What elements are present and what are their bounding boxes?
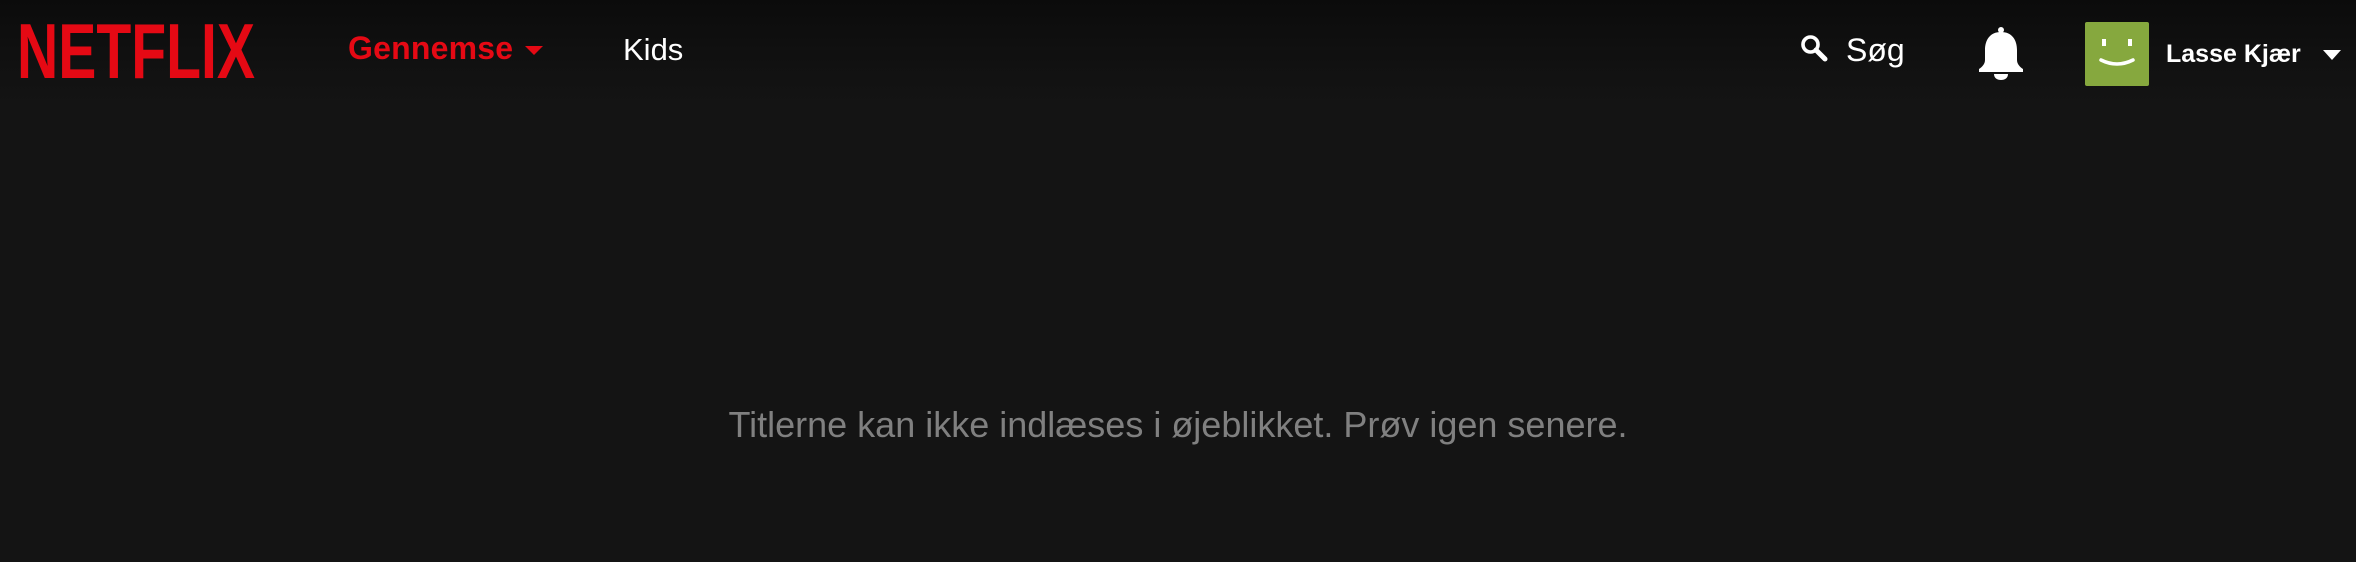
search-label: Søg [1846, 32, 1905, 68]
browse-label: Gennemse [348, 30, 514, 66]
netflix-page: NETFLIX Gennemse Kids Søg Lasse Kjær Tit… [0, 0, 2356, 562]
kids-link[interactable]: Kids [623, 32, 683, 68]
profile-name: Lasse Kjær [2166, 39, 2301, 68]
error-message: Titlerne kan ikke indlæses i øjeblikket.… [728, 404, 1628, 445]
netflix-logo[interactable]: NETFLIX [17, 14, 257, 88]
search-icon [1800, 34, 1828, 67]
search-button[interactable]: Søg [1800, 32, 1905, 69]
notifications-button[interactable] [1976, 26, 2026, 85]
browse-menu[interactable]: Gennemse [348, 30, 544, 67]
chevron-down-icon [2322, 50, 2341, 60]
chevron-down-icon [525, 46, 544, 55]
netflix-wordmark: NETFLIX [17, 18, 255, 84]
bell-icon [1976, 27, 2026, 84]
top-navigation-bar: NETFLIX Gennemse Kids Søg Lasse Kjær [0, 0, 2356, 107]
svg-text:NETFLIX: NETFLIX [17, 18, 255, 84]
profile-menu[interactable]: Lasse Kjær [2085, 22, 2341, 86]
smiley-face-icon [2099, 39, 2135, 66]
avatar [2085, 22, 2149, 86]
